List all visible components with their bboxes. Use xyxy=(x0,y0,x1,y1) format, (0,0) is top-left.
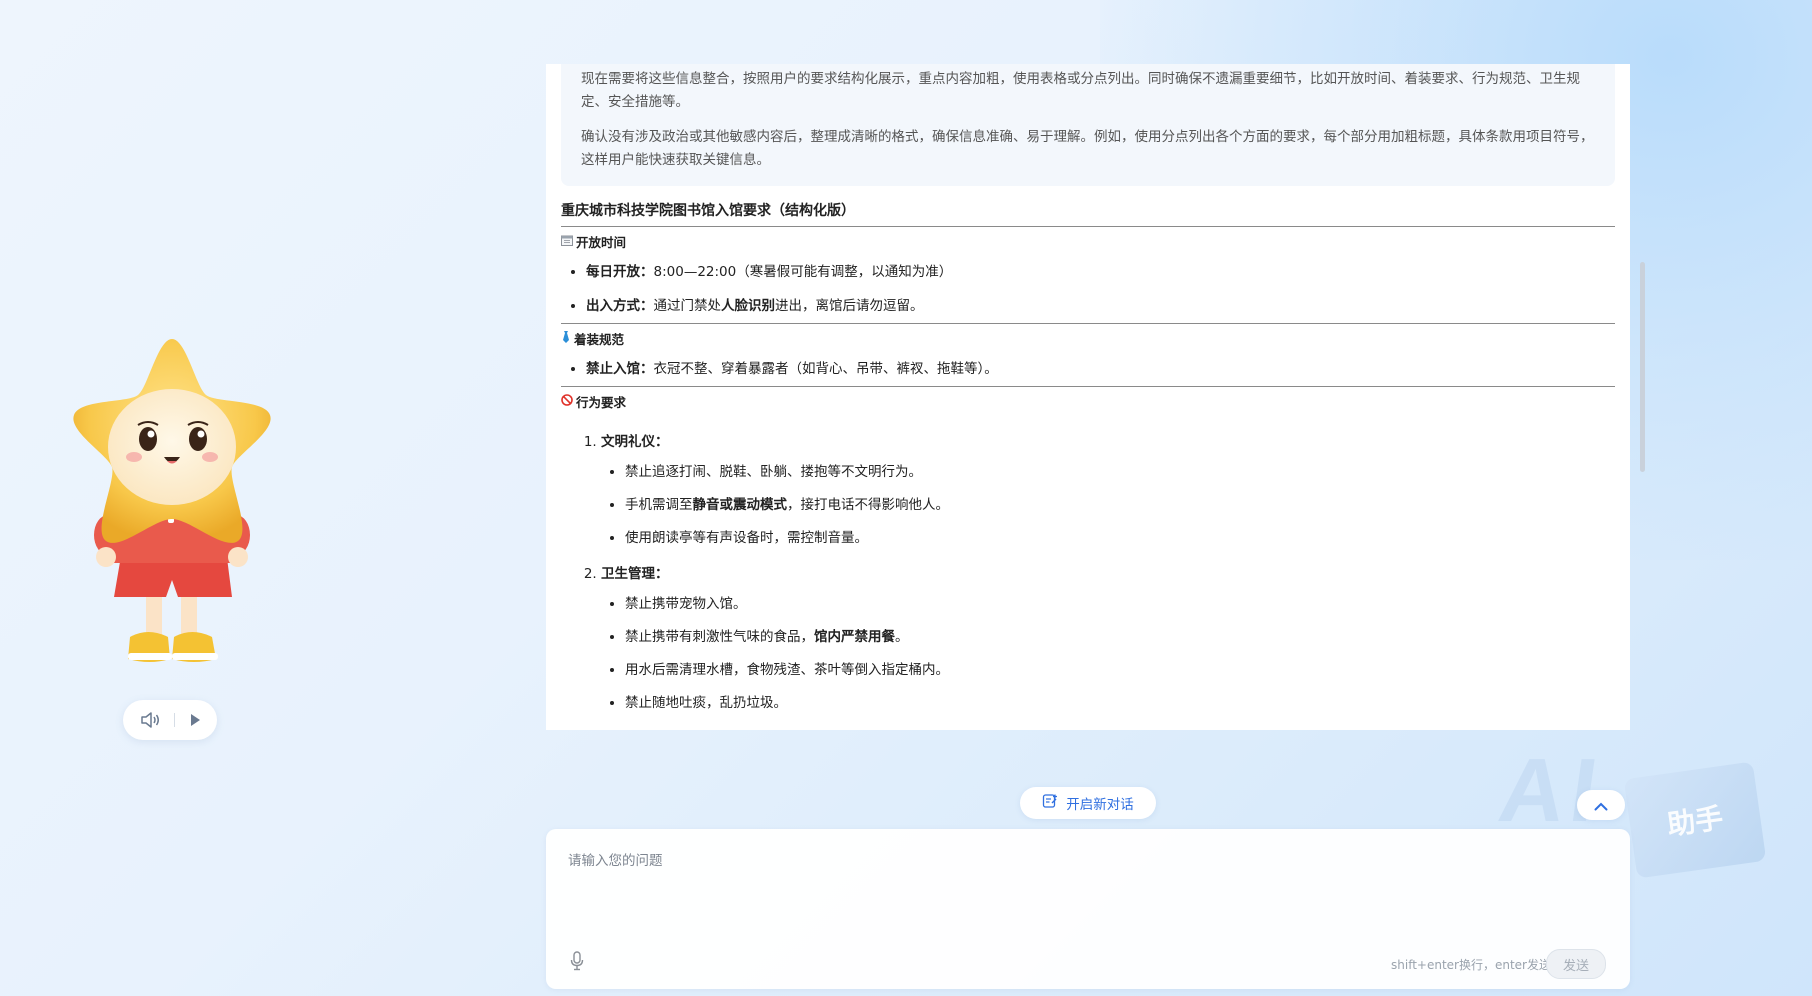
thinking-paragraph: 现在需要将这些信息整合，按照用户的要求结构化展示，重点内容加粗，使用表格或分点列… xyxy=(581,71,1580,110)
list-item: 每日开放：8:00—22:00（寒暑假可能有调整，以通知为准） xyxy=(586,255,1615,289)
calendar-icon xyxy=(561,234,573,249)
star-mascot xyxy=(73,339,271,662)
list-item: 禁止随地吐痰，乱扔垃圾。 xyxy=(625,687,1615,720)
speaker-icon[interactable] xyxy=(140,711,160,729)
thinking-paragraph: 确认没有涉及政治或其他敏感内容后，整理成清晰的格式，确保信息准确、易于理解。例如… xyxy=(581,129,1594,168)
thinking-block: 现在需要将这些信息整合，按照用户的要求结构化展示，重点内容加粗，使用表格或分点列… xyxy=(561,64,1615,186)
prohibited-icon xyxy=(561,394,573,409)
voice-playback-control[interactable] xyxy=(123,700,217,740)
microphone-icon[interactable] xyxy=(570,951,584,975)
list-item: 禁止携带宠物入馆。 xyxy=(625,588,1615,621)
control-divider xyxy=(173,713,175,727)
section-heading-open-hours: 开放时间 xyxy=(561,227,1615,255)
collapse-button[interactable] xyxy=(1577,790,1625,820)
play-icon[interactable] xyxy=(189,713,201,727)
dress-code-list: 禁止入馆：衣冠不整、穿着暴露者（如背心、吊带、裤衩、拖鞋等）。 xyxy=(561,352,1615,386)
list-item: 手机需调至静音或震动模式，接打电话不得影响他人。 xyxy=(625,489,1615,522)
behavior-list: 文明礼仪： 禁止追逐打闹、脱鞋、卧躺、搂抱等不文明行为。 手机需调至静音或震动模… xyxy=(561,415,1615,724)
list-item: 出入方式：通过门禁处人脸识别进出，离馆后请勿逗留。 xyxy=(586,289,1615,323)
chat-input-box: shift+enter换行，enter发送 发送 xyxy=(546,829,1630,989)
list-item: 使用朗读亭等有声设备时，需控制音量。 xyxy=(625,522,1615,555)
list-item: 用水后需清理水槽，食物残渣、茶叶等倒入指定桶内。 xyxy=(625,654,1615,687)
send-button[interactable]: 发送 xyxy=(1546,949,1606,979)
chat-scrollbar[interactable] xyxy=(1640,262,1645,472)
new-chat-icon xyxy=(1042,793,1058,813)
open-hours-list: 每日开放：8:00—22:00（寒暑假可能有调整，以通知为准） 出入方式：通过门… xyxy=(561,255,1615,323)
background-watermark-helper: 助手 xyxy=(1623,761,1767,879)
section-heading-behavior: 行为要求 xyxy=(561,387,1615,415)
chevron-up-icon xyxy=(1594,796,1608,815)
list-item: 禁止入馆：衣冠不整、穿着暴露者（如背心、吊带、裤衩、拖鞋等）。 xyxy=(586,352,1615,386)
question-input[interactable] xyxy=(566,847,1610,931)
list-item: 禁止携带有刺激性气味的食品，馆内严禁用餐。 xyxy=(625,621,1615,654)
section-heading-dress-code: 着装规范 xyxy=(561,324,1615,352)
new-chat-button[interactable]: 开启新对话 xyxy=(1020,787,1156,819)
necktie-icon xyxy=(561,331,571,346)
list-item: 禁止追逐打闹、脱鞋、卧躺、搂抱等不文明行为。 xyxy=(625,456,1615,489)
input-hint: shift+enter换行，enter发送 xyxy=(1391,958,1551,972)
behavior-group: 卫生管理： 禁止携带宠物入馆。 禁止携带有刺激性气味的食品，馆内严禁用餐。 用水… xyxy=(601,559,1615,724)
answer-content: 重庆城市科技学院图书馆入馆要求（结构化版） 开放时间 每日开放：8:00—22:… xyxy=(546,186,1630,724)
answer-title: 重庆城市科技学院图书馆入馆要求（结构化版） xyxy=(561,186,1615,227)
behavior-group: 文明礼仪： 禁止追逐打闹、脱鞋、卧躺、搂抱等不文明行为。 手机需调至静音或震动模… xyxy=(601,427,1615,559)
chat-message-panel[interactable]: 现在需要将这些信息整合，按照用户的要求结构化展示，重点内容加粗，使用表格或分点列… xyxy=(546,64,1630,730)
